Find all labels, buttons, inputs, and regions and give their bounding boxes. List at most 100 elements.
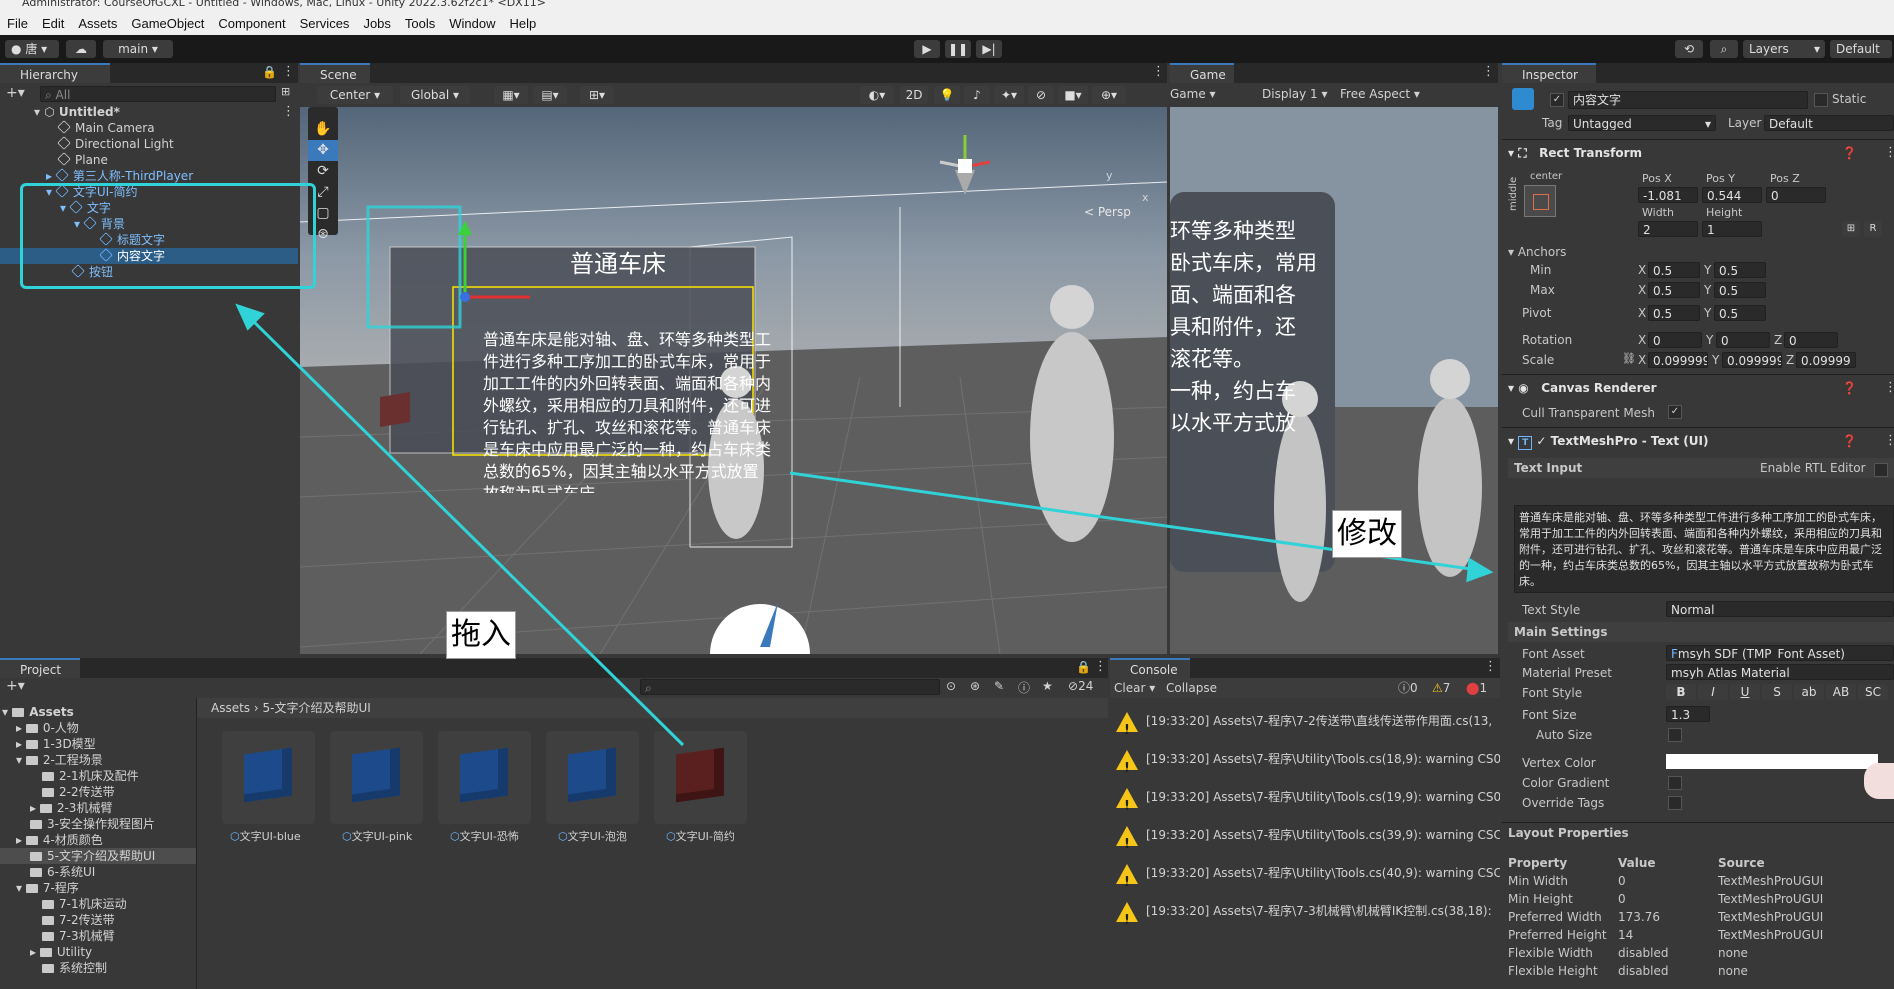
text-style-dropdown[interactable]: Normal: [1666, 601, 1894, 617]
grid-icon[interactable]: ▦▾: [494, 86, 528, 104]
audio-icon[interactable]: ♪: [964, 86, 990, 104]
italic-button[interactable]: I: [1698, 684, 1728, 700]
width-field[interactable]: 2: [1638, 221, 1698, 237]
scene-more-icon[interactable]: ⋮: [282, 104, 295, 119]
rotation-x-field[interactable]: 0: [1648, 332, 1702, 348]
smallcaps-button[interactable]: SC: [1858, 684, 1888, 700]
underline-button[interactable]: U: [1730, 684, 1760, 700]
more-icon[interactable]: ⋮: [282, 64, 295, 79]
error-count[interactable]: ⬤1: [1466, 678, 1487, 698]
asset-thumb-bubble[interactable]: [546, 731, 639, 824]
pivot-x-field[interactable]: 0.5: [1648, 305, 1700, 321]
tab-console[interactable]: Console: [1110, 658, 1190, 678]
menu-gameobject[interactable]: GameObject: [124, 16, 211, 31]
tab-game[interactable]: Game: [1170, 63, 1234, 83]
active-checkbox[interactable]: ✓: [1550, 93, 1564, 107]
scene-view[interactable]: ✋ ✥ ⟳ ⤢ ▢ ⊛ y x < Persp 普通车床 普通车床是能对轴、盘、…: [300, 107, 1167, 654]
collapse-button[interactable]: Collapse: [1166, 678, 1217, 698]
effects-icon[interactable]: ✦▾: [994, 86, 1024, 104]
menu-assets[interactable]: Assets: [71, 16, 124, 31]
hierarchy-search-input[interactable]: ⌕ All: [40, 86, 276, 102]
rtl-checkbox[interactable]: [1874, 463, 1888, 477]
visibility-icon[interactable]: ⊘: [1028, 86, 1054, 104]
gizmos-icon[interactable]: ⊕▾: [1092, 86, 1126, 104]
history-icon[interactable]: ⟲: [1675, 40, 1703, 58]
menu-jobs[interactable]: Jobs: [356, 16, 397, 31]
tmp-header[interactable]: ▾ T ✓ TextMeshPro - Text (UI): [1508, 430, 1708, 452]
project-search-input[interactable]: ⌕: [640, 679, 940, 695]
layout-dropdown[interactable]: Default: [1830, 40, 1892, 58]
help-icon[interactable]: ❓: [1842, 146, 1857, 160]
height-field[interactable]: 1: [1702, 221, 1762, 237]
tree-item[interactable]: ▸ 4-材质颜色: [16, 832, 103, 848]
hand-tool-icon[interactable]: ✋: [308, 119, 338, 140]
info-icon[interactable]: ⓘ: [1018, 679, 1030, 696]
font-size-field[interactable]: 1.3: [1666, 706, 1710, 722]
link-icon[interactable]: ⛓: [1622, 352, 1636, 365]
account-button[interactable]: ● 唐 ▾: [5, 40, 59, 58]
cull-checkbox[interactable]: ✓: [1668, 405, 1682, 419]
hierarchy-item-directional-light[interactable]: Directional Light: [57, 136, 174, 152]
asset-thumb-simple[interactable]: [654, 731, 747, 824]
console-entry[interactable]: [19:33:20] Assets\7-程序\Utility\Tools.cs(…: [1116, 820, 1500, 860]
more-icon[interactable]: ⋮: [1484, 659, 1497, 674]
step-button[interactable]: ▶|: [976, 40, 1002, 58]
tree-item[interactable]: ▾ 7-程序: [16, 880, 79, 896]
component-more-icon[interactable]: ⋮: [1884, 433, 1894, 448]
component-more-icon[interactable]: ⋮: [1884, 380, 1894, 395]
raw-edit-button[interactable]: R: [1864, 221, 1882, 237]
lowercase-button[interactable]: ab: [1794, 684, 1824, 700]
help-icon[interactable]: ❓: [1842, 434, 1857, 448]
tag-dropdown[interactable]: Untagged ▾: [1568, 115, 1716, 131]
layer-dropdown[interactable]: Default: [1764, 115, 1894, 131]
help-icon[interactable]: ❓: [1842, 381, 1857, 395]
rotate-tool-icon[interactable]: ⟳: [308, 161, 338, 182]
snap-icon[interactable]: ▤▾: [533, 86, 567, 104]
tree-item-selected[interactable]: 5-文字介绍及帮助UI: [30, 848, 155, 864]
component-more-icon[interactable]: ⋮: [1884, 145, 1894, 160]
asset-thumb-pink[interactable]: [330, 731, 423, 824]
color-gradient-checkbox[interactable]: [1668, 776, 1682, 790]
display-dropdown[interactable]: Display 1 ▾: [1262, 87, 1328, 101]
menu-edit[interactable]: Edit: [35, 16, 71, 31]
auto-size-checkbox[interactable]: [1668, 728, 1682, 742]
tree-item[interactable]: 7-3机械臂: [42, 928, 115, 944]
pivot-y-field[interactable]: 0.5: [1714, 305, 1766, 321]
menu-file[interactable]: File: [0, 16, 35, 31]
tree-item[interactable]: 7-1机床运动: [42, 896, 127, 912]
hidden-count[interactable]: ⊘24: [1068, 679, 1093, 693]
menu-services[interactable]: Services: [293, 16, 357, 31]
game-view[interactable]: 环等多种类型 卧式车床，常用 面、端面和各 具和附件，还 滚花等。 一种，约占车…: [1170, 107, 1498, 654]
tree-item[interactable]: ▾ 2-工程场景: [16, 752, 103, 768]
scene-more-icon[interactable]: ⋮: [1152, 64, 1165, 79]
search-options-icon[interactable]: ⊞: [281, 85, 290, 98]
log-count[interactable]: ⓘ0: [1398, 678, 1418, 698]
breadcrumb-current[interactable]: 5-文字介绍及帮助UI: [263, 701, 371, 715]
canvas-renderer-header[interactable]: ▾ ◉ Canvas Renderer: [1508, 377, 1657, 399]
shading-icon[interactable]: ◐▾: [860, 86, 894, 104]
move-tool-icon[interactable]: ✥: [308, 140, 338, 161]
anchor-max-x-field[interactable]: 0.5: [1648, 282, 1700, 298]
strikethrough-button[interactable]: S: [1762, 684, 1792, 700]
scale-y-field[interactable]: 0.099999: [1722, 352, 1782, 368]
hierarchy-item-thirdplayer[interactable]: ▸ 第三人称-ThirdPlayer: [46, 168, 193, 184]
tree-item[interactable]: ▸ 2-3机械臂: [30, 800, 112, 816]
tree-item-assets[interactable]: ▾ Assets: [2, 704, 74, 720]
search-icon[interactable]: ⌕: [1710, 40, 1738, 58]
tree-item[interactable]: 2-1机床及配件: [42, 768, 139, 784]
tree-item[interactable]: ▸ Utility: [30, 944, 92, 960]
layout-properties-title[interactable]: Layout Properties: [1508, 826, 1629, 840]
blueprint-icon[interactable]: ⊞: [1842, 221, 1860, 237]
clear-button[interactable]: Clear ▾: [1114, 678, 1155, 698]
pos-z-field[interactable]: 0: [1766, 187, 1826, 203]
menu-tools[interactable]: Tools: [398, 16, 442, 31]
menu-component[interactable]: Component: [211, 16, 292, 31]
layers-dropdown[interactable]: Layers ▾: [1743, 40, 1825, 58]
tab-project[interactable]: Project: [0, 658, 80, 678]
tree-item[interactable]: 3-安全操作规程图片: [30, 816, 155, 832]
space-dropdown[interactable]: Global ▾: [400, 86, 470, 104]
increment-snap-icon[interactable]: ⊞▾: [580, 86, 614, 104]
tab-inspector[interactable]: Inspector: [1502, 63, 1596, 83]
camera-icon[interactable]: ■▾: [1058, 86, 1088, 104]
game-dropdown[interactable]: Game ▾: [1170, 87, 1216, 101]
